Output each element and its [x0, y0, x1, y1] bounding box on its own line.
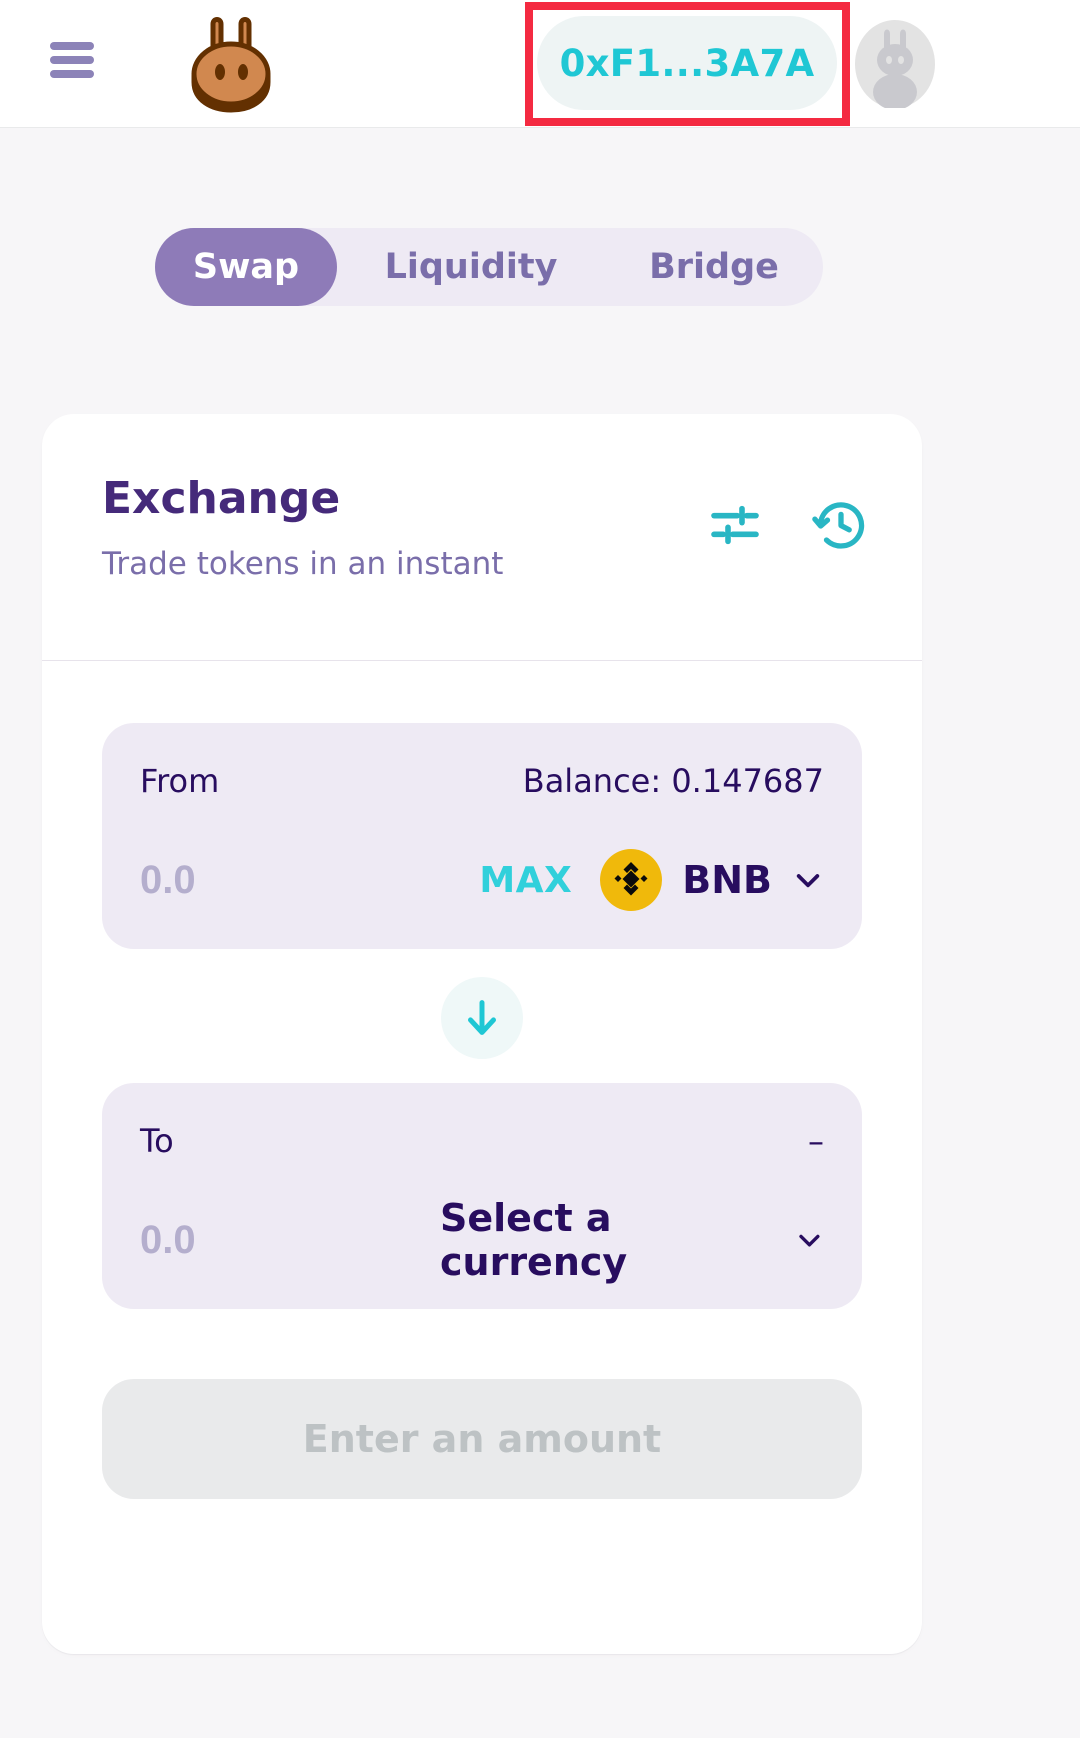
tab-bridge[interactable]: Bridge: [605, 228, 823, 306]
tab-swap-label: Swap: [192, 247, 300, 287]
from-panel-top: From Balance: 0.147687: [140, 755, 824, 807]
from-panel-controls: MAX BNB: [479, 849, 824, 911]
from-label: From: [140, 762, 220, 800]
to-amount-input[interactable]: [140, 1217, 440, 1263]
binance-bnb-logo: [600, 849, 663, 911]
chevron-down-icon: [796, 874, 820, 888]
to-currency-panel: To – Select a currency: [102, 1083, 862, 1309]
settings-sliders-icon[interactable]: [706, 496, 764, 554]
to-label: To: [140, 1122, 174, 1160]
pancakeswap-bunny-logo[interactable]: [183, 14, 279, 114]
from-balance: Balance: 0.147687: [522, 762, 824, 800]
to-panel-bottom: Select a currency: [140, 1196, 824, 1284]
history-clock-icon[interactable]: [812, 496, 870, 554]
from-amount-input[interactable]: [140, 857, 440, 903]
tab-swap[interactable]: Swap: [155, 228, 337, 306]
enter-amount-button[interactable]: Enter an amount: [102, 1379, 862, 1499]
card-header: Exchange Trade tokens in an instant: [42, 414, 922, 660]
hamburger-menu-icon[interactable]: [50, 42, 94, 78]
tab-liquidity[interactable]: Liquidity: [337, 228, 605, 306]
user-avatar-bunny-icon[interactable]: [855, 20, 935, 108]
to-token-selector[interactable]: Select a currency: [440, 1196, 824, 1284]
from-token-selector[interactable]: BNB: [600, 849, 824, 911]
wallet-address-label: 0xF1...3A7A: [559, 41, 815, 85]
app-screen: 0xF1...3A7A Swap Liquidity Bridge Exchan…: [0, 0, 1080, 1738]
chevron-down-icon: [799, 1234, 820, 1247]
app-header: 0xF1...3A7A: [0, 0, 1080, 128]
to-panel-top: To –: [140, 1115, 824, 1167]
exchange-card: Exchange Trade tokens in an instant From…: [42, 414, 922, 1654]
swap-direction-button[interactable]: [441, 977, 523, 1059]
from-token-symbol: BNB: [682, 858, 772, 902]
arrow-down-icon: [468, 1000, 496, 1035]
nav-tabs: Swap Liquidity Bridge: [155, 228, 823, 306]
max-button[interactable]: MAX: [479, 860, 572, 901]
wallet-address-button[interactable]: 0xF1...3A7A: [537, 16, 837, 110]
select-currency-label: Select a currency: [440, 1196, 628, 1284]
card-action-buttons: [706, 496, 870, 554]
tab-liquidity-label: Liquidity: [384, 247, 558, 287]
from-currency-panel: From Balance: 0.147687 MAX: [102, 723, 862, 949]
from-panel-bottom: MAX BNB: [140, 847, 824, 913]
to-balance: –: [808, 1122, 824, 1160]
swap-direction-wrap: [102, 977, 862, 1059]
card-body: From Balance: 0.147687 MAX: [42, 661, 922, 1499]
tab-bridge-label: Bridge: [649, 247, 779, 287]
